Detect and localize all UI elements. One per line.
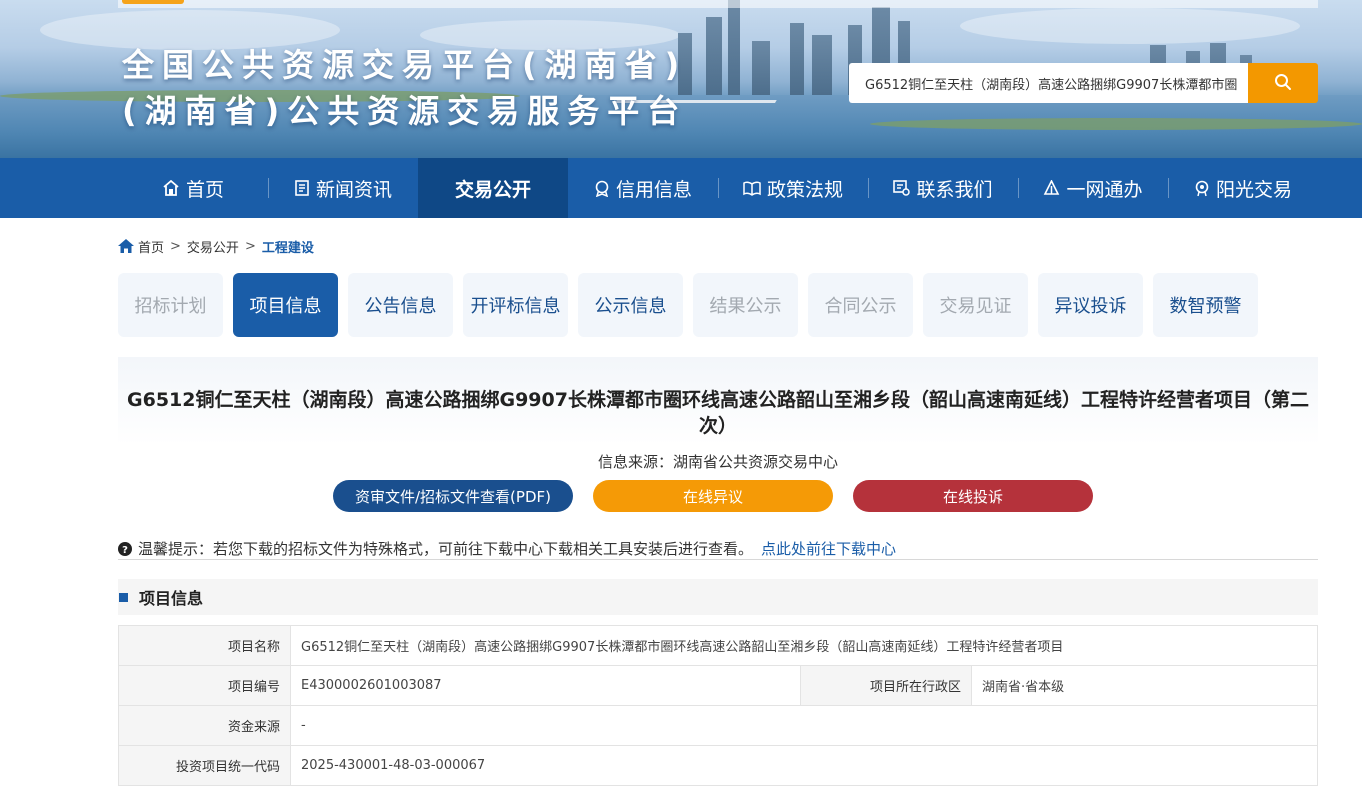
- tip-text: 温馨提示：若您下载的招标文件为特殊格式，可前往下载中心下载相关工具安装后进行查看…: [138, 540, 754, 558]
- project-header: G6512铜仁至天柱（湖南段）高速公路捆绑G9907长株潭都市圈环线高速公路韶山…: [118, 357, 1318, 445]
- table-row: 投资项目统一代码 2025-430001-48-03-000067: [118, 745, 1318, 786]
- tab-witness[interactable]: 交易见证: [923, 273, 1028, 337]
- nav-label: 联系我们: [916, 178, 993, 201]
- banner-building: [706, 17, 722, 95]
- tab-project-info[interactable]: 项目信息: [233, 273, 338, 337]
- home-icon: [118, 239, 134, 253]
- info-source: 信息来源：湖南省公共资源交易中心: [597, 453, 838, 471]
- site-title-line1: 全国公共资源交易平台(湖南省): [122, 46, 688, 84]
- banner-cloud: [960, 8, 1300, 44]
- project-name-value: G6512铜仁至天柱（湖南段）高速公路捆绑G9907长株潭都市圈环线高速公路韶山…: [290, 625, 1318, 666]
- section-marker: [119, 592, 128, 602]
- credit-icon: [595, 180, 609, 197]
- nav-label: 新闻资讯: [315, 178, 392, 201]
- breadcrumb-separator: >: [244, 238, 256, 254]
- nav-label: 信用信息: [615, 178, 692, 201]
- news-icon: [295, 180, 309, 196]
- search-icon: [1275, 73, 1291, 90]
- fund-source-value: -: [290, 705, 1318, 746]
- download-center-link[interactable]: 点此处前往下载中心: [761, 538, 896, 559]
- project-region-label: 项目所在行政区: [800, 665, 972, 706]
- site-title-line2: (湖南省)公共资源交易服务平台: [122, 92, 688, 130]
- banner-building: [812, 35, 832, 95]
- banner-building: [752, 41, 770, 95]
- invest-code-value: 2025-430001-48-03-000067: [290, 745, 1318, 786]
- nav-label: 首页: [185, 178, 224, 201]
- svg-text:?: ?: [122, 545, 128, 556]
- breadcrumb: 首页 > 交易公开 > 工程建设: [118, 236, 314, 256]
- nav-item-contact[interactable]: 联系我们: [868, 158, 1018, 218]
- tab-objection[interactable]: 异议投诉: [1038, 273, 1143, 337]
- project-title: G6512铜仁至天柱（湖南段）高速公路捆绑G9907长株潭都市圈环线高速公路韶山…: [127, 389, 1309, 437]
- fund-source-label: 资金来源: [118, 705, 291, 746]
- question-icon: ?: [118, 541, 132, 556]
- search-input[interactable]: [849, 63, 1249, 103]
- tab-bid-opening[interactable]: 开评标信息: [463, 273, 568, 337]
- table-row: 项目名称 G6512铜仁至天柱（湖南段）高速公路捆绑G9907长株潭都市圈环线高…: [118, 625, 1318, 666]
- banner-building: [728, 0, 740, 95]
- top-strip-mark: [122, 0, 184, 4]
- nav-item-home[interactable]: 首页: [118, 158, 268, 218]
- table-row: 项目编号 E4300002601003087 项目所在行政区 湖南省·省本级: [118, 665, 1318, 706]
- section-header: 项目信息: [118, 579, 1318, 615]
- sun-icon: [1195, 180, 1209, 196]
- nav-item-trade-public[interactable]: 交易公开: [418, 158, 568, 218]
- breadcrumb-current: 工程建设: [261, 240, 314, 256]
- nav-item-one-network[interactable]: 一网通办: [1018, 158, 1168, 218]
- nav-item-news[interactable]: 新闻资讯: [268, 158, 418, 218]
- main-nav: 首页 新闻资讯 交易公开 信用信息 政策法规 联系我们 一网通办 阳光交易: [0, 158, 1362, 218]
- view-docs-button[interactable]: 资审文件/招标文件查看(PDF): [333, 480, 573, 512]
- nav-item-policy[interactable]: 政策法规: [718, 158, 868, 218]
- nav-label: 政策法规: [766, 178, 843, 201]
- service-icon: [1044, 180, 1060, 195]
- contact-icon: [893, 180, 911, 196]
- table-row: 资金来源 -: [118, 705, 1318, 746]
- project-code-value: E4300002601003087: [290, 665, 801, 706]
- nav-label: 阳光交易: [1215, 178, 1292, 201]
- tab-bid-plan[interactable]: 招标计划: [118, 273, 223, 337]
- book-icon: [743, 181, 761, 196]
- action-buttons: 资审文件/招标文件查看(PDF) 在线异议 在线投诉: [333, 480, 1113, 512]
- tab-result[interactable]: 结果公示: [693, 273, 798, 337]
- top-strip: [118, 0, 1318, 8]
- download-tip: ? 温馨提示：若您下载的招标文件为特殊格式，可前往下载中心下载相关工具安装后进行…: [118, 538, 1318, 560]
- section-title: 项目信息: [139, 589, 204, 608]
- online-objection-button[interactable]: 在线异议: [593, 480, 833, 512]
- nav-item-credit[interactable]: 信用信息: [568, 158, 718, 218]
- online-complaint-button[interactable]: 在线投诉: [853, 480, 1093, 512]
- project-info-table: 项目名称 G6512铜仁至天柱（湖南段）高速公路捆绑G9907长株潭都市圈环线高…: [118, 625, 1318, 786]
- search-button[interactable]: [1248, 63, 1318, 103]
- tab-announcement[interactable]: 公告信息: [348, 273, 453, 337]
- project-name-label: 项目名称: [118, 625, 291, 666]
- tab-contract[interactable]: 合同公示: [808, 273, 913, 337]
- banner-riverbank: [870, 118, 1362, 130]
- breadcrumb-separator: >: [170, 238, 181, 254]
- banner-building: [790, 23, 804, 95]
- invest-code-label: 投资项目统一代码: [118, 745, 291, 786]
- home-icon: [163, 180, 179, 196]
- breadcrumb-trade-public[interactable]: 交易公开: [187, 237, 239, 256]
- category-tabs: 招标计划 项目信息 公告信息 开评标信息 公示信息 结果公示 合同公示 交易见证…: [118, 273, 1258, 337]
- nav-item-sunshine[interactable]: 阳光交易: [1168, 158, 1318, 218]
- nav-label: 一网通办: [1066, 178, 1143, 201]
- nav-label: 交易公开: [454, 178, 531, 201]
- breadcrumb-home[interactable]: 首页: [138, 237, 164, 256]
- tab-publicity[interactable]: 公示信息: [578, 273, 683, 337]
- search-bar: [849, 63, 1318, 103]
- project-region-value: 湖南省·省本级: [971, 665, 1318, 706]
- tab-smart-warning[interactable]: 数智预警: [1153, 273, 1258, 337]
- project-code-label: 项目编号: [118, 665, 291, 706]
